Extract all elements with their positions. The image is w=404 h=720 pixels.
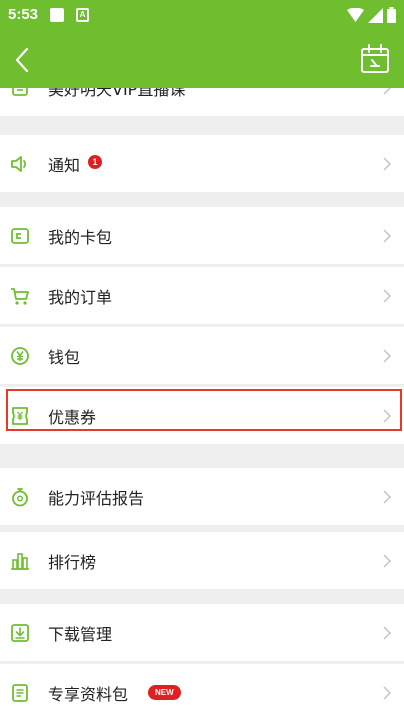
menu-item-orders[interactable]: 我的订单 (0, 267, 404, 325)
status-time: 5:53 (8, 6, 39, 23)
chevron-right-icon (383, 88, 392, 95)
download-icon (11, 624, 29, 642)
chevron-left-icon (15, 47, 29, 73)
menu-item-label: 我的卡包 (48, 228, 113, 247)
menu-item-leaderboard[interactable]: 排行榜 (0, 532, 404, 590)
chevron-right-icon (383, 490, 392, 504)
vip-live-icon (12, 88, 28, 96)
wifi-icon (347, 7, 364, 22)
new-badge: NEW (148, 685, 181, 700)
menu-item-card-wallet[interactable]: 我的卡包 (0, 207, 404, 265)
notification-a-icon: A (76, 8, 89, 22)
menu-list: 美好明天VIP直播课 通知 1 我的卡包 我的订单 钱包 优惠券 能力评估报告 … (0, 88, 404, 720)
menu-item-notifications[interactable]: 通知 1 (0, 135, 404, 193)
menu-item-label: 排行榜 (48, 553, 97, 572)
calendar-button[interactable] (358, 42, 392, 76)
menu-item-label: 能力评估报告 (48, 489, 145, 508)
chevron-right-icon (383, 349, 392, 363)
chevron-right-icon (383, 554, 392, 568)
chevron-right-icon (383, 686, 392, 700)
notification-square-icon (50, 8, 64, 22)
notification-count-badge: 1 (88, 155, 102, 169)
bar-chart-icon (11, 553, 29, 570)
menu-item-label: 钱包 (48, 348, 81, 367)
back-button[interactable] (6, 42, 42, 78)
status-bar: 5:53 A (0, 0, 404, 32)
cart-icon (11, 288, 29, 305)
menu-item-label: 我的订单 (48, 288, 113, 307)
menu-item-vip-live[interactable]: 美好明天VIP直播课 (0, 88, 404, 117)
menu-item-label: 通知 (48, 156, 81, 175)
menu-item-coupons[interactable]: 优惠券 (0, 387, 404, 445)
calendar-icon (361, 44, 389, 73)
chevron-right-icon (383, 229, 392, 243)
speaker-icon (11, 156, 27, 172)
document-icon (12, 684, 28, 702)
stopwatch-icon (12, 488, 28, 507)
chevron-right-icon (383, 626, 392, 640)
menu-item-label: 优惠券 (48, 408, 97, 427)
menu-item-ability-report[interactable]: 能力评估报告 (0, 468, 404, 526)
chevron-right-icon (383, 409, 392, 423)
battery-icon (387, 7, 396, 23)
app-header (0, 32, 404, 88)
menu-item-label: 下载管理 (48, 625, 113, 644)
coupon-icon (12, 407, 28, 425)
menu-item-wallet[interactable]: 钱包 (0, 327, 404, 385)
chevron-right-icon (383, 157, 392, 171)
menu-item-label: 美好明天VIP直播课 (48, 88, 186, 99)
menu-item-label: 专享资料包 (48, 685, 129, 704)
menu-item-exclusive-materials[interactable]: 专享资料包 NEW (0, 664, 404, 720)
system-icons (347, 7, 396, 23)
menu-item-downloads[interactable]: 下载管理 (0, 604, 404, 662)
wallet-card-icon (11, 228, 29, 244)
chevron-right-icon (383, 289, 392, 303)
signal-icon (368, 7, 383, 23)
yen-coin-icon (11, 347, 29, 365)
